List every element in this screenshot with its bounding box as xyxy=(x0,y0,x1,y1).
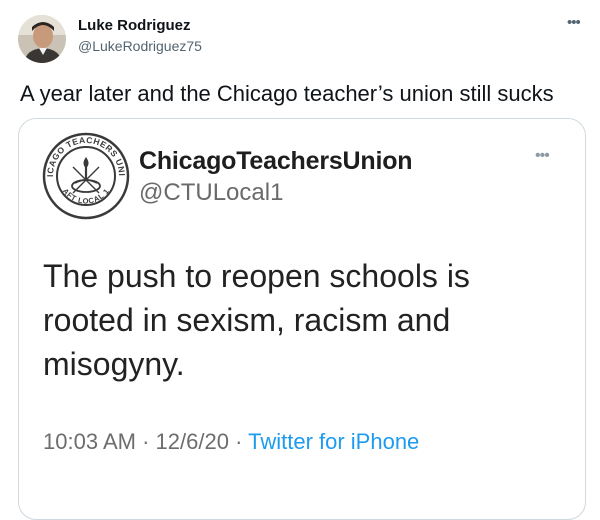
author-handle[interactable]: @LukeRodriguez75 xyxy=(78,38,202,54)
quoted-tweet-text: The push to reopen schools is rooted in … xyxy=(43,258,470,382)
quoted-tweet-card[interactable]: CHICAGO TEACHERS UNION AFT LOCAL 1 Chica… xyxy=(18,118,586,520)
avatar[interactable] xyxy=(18,15,66,63)
more-horizontal-icon[interactable]: ••• xyxy=(567,14,581,31)
quoted-author-name: ChicagoTeachersUnion xyxy=(139,147,413,175)
quoted-source: Twitter for iPhone xyxy=(248,429,420,454)
tweet-text: A year later and the Chicago teacher’s u… xyxy=(20,81,554,106)
ctu-logo-icon: CHICAGO TEACHERS UNION AFT LOCAL 1 xyxy=(41,131,130,220)
meta-separator: · xyxy=(235,429,243,454)
author-name[interactable]: Luke Rodriguez xyxy=(78,17,191,34)
quoted-time: 10:03 AM xyxy=(43,429,136,454)
quoted-more-icon: ••• xyxy=(535,147,550,164)
meta-separator: · xyxy=(142,429,150,454)
quoted-date: 12/6/20 xyxy=(155,429,229,454)
quoted-author-handle: @CTULocal1 xyxy=(139,179,284,206)
quoted-tweet-meta: 10:03 AM · 12/6/20 · Twitter for iPhone xyxy=(43,429,419,455)
